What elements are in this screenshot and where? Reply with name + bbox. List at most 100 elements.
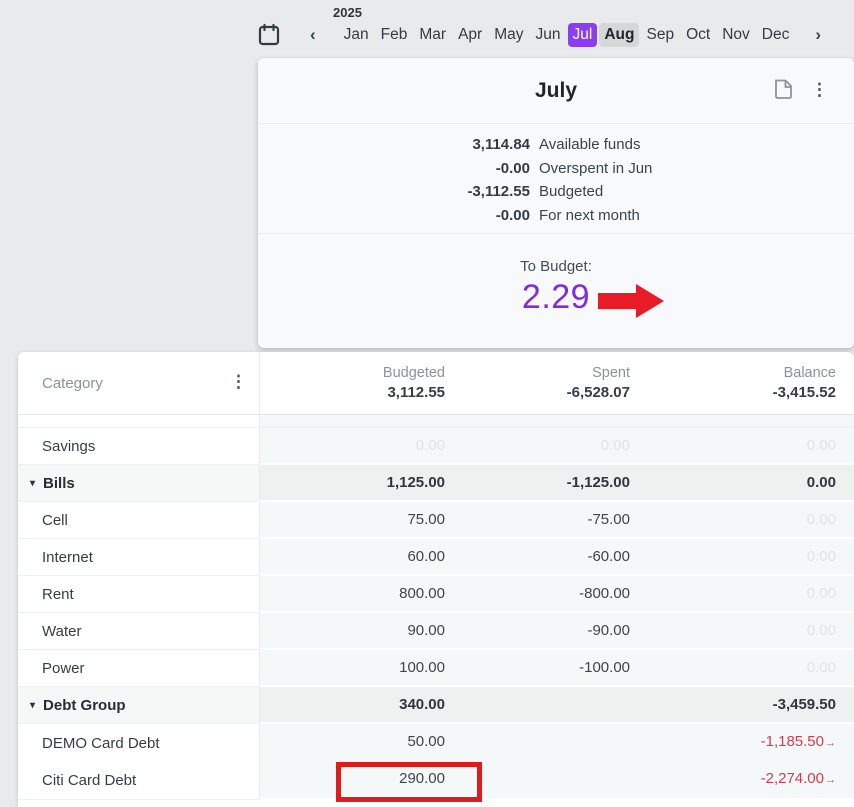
budgeted-cell[interactable]: 100.00	[260, 650, 453, 687]
card-header: July ⋮	[258, 58, 854, 124]
balance-total: -3,415.52	[638, 383, 836, 402]
budgeted-cell[interactable]: 60.00	[260, 539, 453, 576]
category-name: Internet	[42, 549, 93, 566]
spent-cell[interactable]: -800.00	[453, 576, 638, 613]
prev-month-button[interactable]: ‹	[304, 23, 322, 47]
budgeted-cell[interactable]: 340.00	[260, 687, 453, 724]
spent-cell[interactable]	[453, 687, 638, 724]
spent-cell[interactable]: -100.00	[453, 650, 638, 687]
table-rows: Savings0.000.000.00▾Bills1,125.00-1,125.…	[18, 415, 854, 798]
summary-amount: -0.00	[258, 204, 530, 228]
month-jun[interactable]: Jun	[531, 23, 566, 47]
spent-cell[interactable]: 0.00	[453, 428, 638, 465]
table-row: DEMO Card Debt 50.00 -1,185.50→	[18, 724, 854, 761]
category-cell[interactable]: Citi Card Debt	[18, 761, 260, 800]
calendar-icon[interactable]	[258, 23, 280, 47]
to-budget-label: To Budget:	[258, 258, 854, 275]
carryover-arrow-icon: →	[825, 737, 836, 749]
budgeted-cell[interactable]: 50.00	[260, 724, 453, 763]
balance-cell[interactable]: -2,274.00→	[638, 761, 854, 800]
category-name: Power	[42, 660, 85, 677]
collapse-triangle-icon[interactable]: ▾	[30, 700, 35, 711]
summary-row: -3,112.55Budgeted	[258, 180, 854, 204]
spent-cell[interactable]: -75.00	[453, 502, 638, 539]
month-dec[interactable]: Dec	[757, 23, 795, 47]
budgeted-cell[interactable]: 800.00	[260, 576, 453, 613]
collapse-triangle-icon[interactable]: ▾	[30, 478, 35, 489]
spent-total: -6,528.07	[453, 383, 630, 402]
category-name: Savings	[42, 438, 95, 455]
summary-row: -0.00For next month	[258, 204, 854, 228]
category-cell[interactable]: ▾ Debt Group	[18, 687, 260, 724]
month-apr[interactable]: Apr	[453, 23, 487, 47]
balance-cell[interactable]: 0.00	[638, 539, 854, 576]
table-row: Citi Card Debt 290.00 -2,274.00→	[18, 761, 854, 798]
balance-cell[interactable]: -1,185.50→	[638, 724, 854, 763]
card-menu-icon[interactable]: ⋮	[811, 80, 828, 100]
table-header: Category ⋮ Budgeted 3,112.55 Spent -6,52…	[18, 352, 854, 415]
budgeted-cell[interactable]: 290.00	[260, 761, 453, 800]
spent-cell[interactable]: -90.00	[453, 613, 638, 650]
summary-amount: 3,114.84	[258, 133, 530, 157]
to-budget-section: To Budget: 2.29	[258, 234, 854, 317]
category-cell[interactable]: DEMO Card Debt	[18, 724, 260, 763]
summary-label: Budgeted	[530, 180, 603, 204]
summary-row: 3,114.84Available funds	[258, 133, 854, 157]
partial-row	[18, 415, 854, 428]
carryover-arrow-icon: →	[825, 774, 836, 786]
spent-header-label: Spent	[453, 364, 630, 383]
category-cell[interactable]: Savings	[18, 428, 260, 465]
balance-cell[interactable]: 0.00	[638, 650, 854, 687]
month-list: JanFebMarAprMayJunJulAugSepOctNovDec	[338, 23, 796, 47]
note-icon[interactable]	[774, 79, 793, 100]
to-budget-value[interactable]: 2.29	[258, 278, 854, 317]
spent-cell[interactable]: -60.00	[453, 539, 638, 576]
summary-amount: -0.00	[258, 157, 530, 181]
balance-cell[interactable]: -3,459.50	[638, 687, 854, 724]
category-menu-icon[interactable]: ⋮	[230, 372, 247, 392]
balance-cell[interactable]: 0.00	[638, 576, 854, 613]
category-cell[interactable]: Water	[18, 613, 260, 650]
budget-table: Category ⋮ Budgeted 3,112.55 Spent -6,52…	[18, 352, 854, 807]
category-cell[interactable]: Cell	[18, 502, 260, 539]
spent-header: Spent -6,528.07	[453, 352, 638, 414]
month-mar[interactable]: Mar	[414, 23, 451, 47]
month-jan[interactable]: Jan	[339, 23, 374, 47]
month-oct[interactable]: Oct	[681, 23, 715, 47]
spent-cell[interactable]: -1,125.00	[453, 465, 638, 502]
category-cell[interactable]: ▾Bills	[18, 465, 260, 502]
category-name: DEMO Card Debt	[42, 735, 160, 752]
month-may[interactable]: May	[489, 23, 528, 47]
month-sep[interactable]: Sep	[641, 23, 679, 47]
next-month-button[interactable]: ›	[809, 23, 827, 47]
month-jul[interactable]: Jul	[568, 23, 598, 47]
category-cell[interactable]: Internet	[18, 539, 260, 576]
month-feb[interactable]: Feb	[376, 23, 413, 47]
balance-cell[interactable]: 0.00	[638, 428, 854, 465]
category-name: Citi Card Debt	[42, 772, 136, 789]
table-row: Cell 75.00-75.000.00	[18, 502, 854, 539]
table-row: Internet 60.00-60.000.00	[18, 539, 854, 576]
budgeted-cell[interactable]: 75.00	[260, 502, 453, 539]
budgeted-total: 3,112.55	[260, 383, 445, 402]
spent-cell[interactable]	[453, 724, 638, 763]
spent-cell[interactable]	[453, 761, 638, 800]
balance-cell[interactable]: 0.00	[638, 465, 854, 502]
month-nov[interactable]: Nov	[717, 23, 755, 47]
balance-cell[interactable]: 0.00	[638, 502, 854, 539]
balance-cell[interactable]: 0.00	[638, 613, 854, 650]
budgeted-cell[interactable]: 0.00	[260, 428, 453, 465]
table-row: Water90.00-90.000.00	[18, 613, 854, 650]
month-navigation: ‹ JanFebMarAprMayJunJulAugSepOctNovDec ›	[258, 22, 854, 48]
summary-label: For next month	[530, 204, 640, 228]
funds-summary: 3,114.84Available funds-0.00Overspent in…	[258, 124, 854, 234]
category-cell[interactable]: Rent	[18, 576, 260, 613]
budgeted-cell[interactable]: 90.00	[260, 613, 453, 650]
year-label: 2025	[333, 5, 362, 20]
budgeted-cell[interactable]: 1,125.00	[260, 465, 453, 502]
summary-row: -0.00Overspent in Jun	[258, 157, 854, 181]
category-name: Debt Group	[43, 697, 126, 714]
category-name: Cell	[42, 512, 68, 529]
category-cell[interactable]: Power	[18, 650, 260, 687]
month-aug[interactable]: Aug	[599, 23, 639, 47]
